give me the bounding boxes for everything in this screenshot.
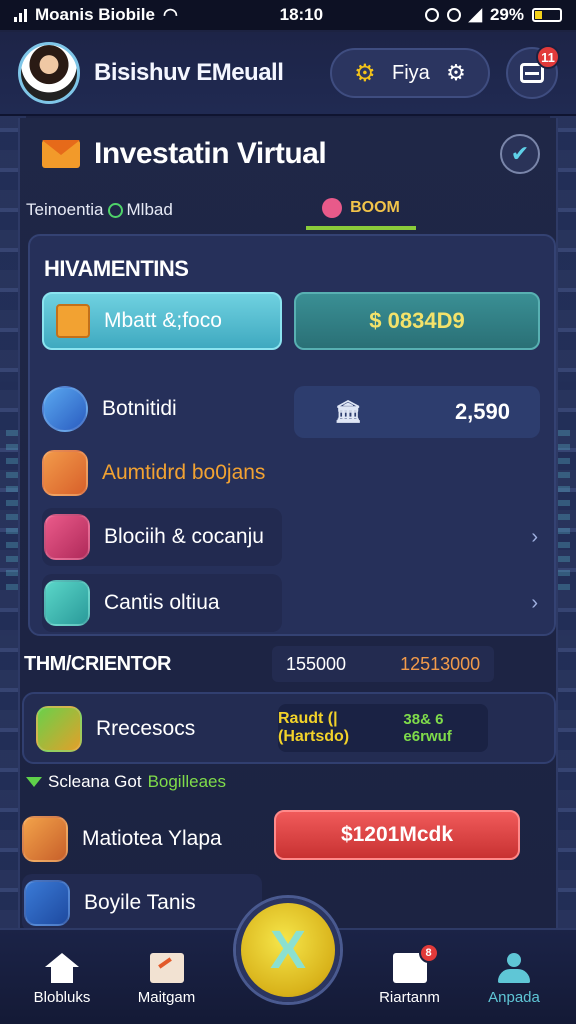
gold-gear-icon: ⚙ bbox=[354, 59, 376, 87]
nav-label: Anpada bbox=[488, 989, 540, 1006]
purchase-button[interactable]: $1201Mcdk bbox=[274, 810, 520, 860]
alarm-icon bbox=[424, 8, 439, 22]
panel-tabs: Teinoentia Mlbad BOOM bbox=[20, 190, 556, 230]
resources-value: Raudt (|(Hartsdo) 38& 6 e6rwuf bbox=[278, 704, 488, 752]
list-item[interactable]: Cantis oltiua bbox=[42, 574, 282, 632]
stats-row: THM/CRIENTOR 155000 12513000 bbox=[24, 646, 556, 682]
nav-item-mail[interactable]: Maitgam bbox=[119, 953, 215, 1006]
stat-value-b: 12513000 bbox=[400, 653, 481, 674]
home-icon bbox=[45, 953, 79, 983]
signal-icon bbox=[14, 8, 27, 22]
wifi-icon: ◠ bbox=[162, 5, 178, 24]
investments-section: HIVAMENTINS Mbatt &;foco $ 0834D9 Botnit… bbox=[28, 234, 556, 636]
blocks-icon bbox=[36, 706, 82, 752]
nav-item-home[interactable]: Blobluks bbox=[14, 953, 110, 1006]
cellular-icon: ◢ bbox=[468, 5, 482, 24]
bank-icon: 🏛 bbox=[334, 399, 362, 424]
bank-value: 2,590 bbox=[454, 399, 510, 424]
inbox-badge: 11 bbox=[536, 45, 560, 69]
photo-icon bbox=[42, 450, 88, 496]
list-item[interactable]: Aumtidrd bo0jans bbox=[42, 444, 265, 502]
list-item[interactable]: Botnitidi bbox=[42, 380, 177, 438]
stats-title: THM/CRIENTOR bbox=[24, 652, 171, 675]
spreadsheet-icon bbox=[44, 580, 90, 626]
investment-panel: Investatin Virtual ✔ Teinoentia Mlbad BO… bbox=[18, 118, 558, 932]
inbox-button[interactable]: 11 bbox=[506, 45, 560, 99]
list-item[interactable]: Blociih & cocanju bbox=[42, 508, 282, 566]
note-prefix: Scleana Got bbox=[48, 772, 142, 791]
envelope-icon bbox=[42, 140, 80, 168]
player-name: Bisishuv EMeuall bbox=[94, 59, 284, 86]
shop-badge: 8 bbox=[418, 943, 439, 963]
carrier-name: Moanis Biobile bbox=[35, 5, 155, 24]
list-item-label: Botnitidi bbox=[102, 397, 177, 420]
chevron-right-icon[interactable]: › bbox=[531, 526, 538, 549]
nav-label: Riartanm bbox=[379, 989, 440, 1006]
section-title: HIVAMENTINS bbox=[44, 256, 189, 281]
list-item-label: Cantis oltiua bbox=[104, 591, 220, 614]
list-item[interactable]: Boyile Tanis bbox=[22, 874, 262, 932]
note-line: Scleana Got Bogilleaes bbox=[26, 772, 226, 792]
primary-invest-label: Mbatt &;foco bbox=[104, 309, 222, 332]
status-bar: Moanis Biobile ◠ 18:10 ◢ 29% bbox=[0, 0, 576, 30]
mail-icon bbox=[149, 953, 184, 983]
location-icon bbox=[446, 8, 461, 22]
resources-label: Rrecesocs bbox=[96, 717, 196, 740]
note-highlight[interactable]: Bogilleaes bbox=[148, 772, 226, 792]
primary-value-display: $ 0834D9 bbox=[294, 292, 540, 350]
stat-value-a: 155000 bbox=[286, 653, 347, 674]
currency-label: Fiya bbox=[391, 61, 430, 84]
tab-overview-extra: Mlbad bbox=[126, 200, 173, 219]
resources-item: Rrecesocs bbox=[36, 700, 195, 758]
tab-overview[interactable]: Teinoentia Mlbad bbox=[26, 200, 306, 220]
bank-value-display: 🏛 2,590 bbox=[294, 386, 540, 438]
chevron-right-icon[interactable]: › bbox=[531, 592, 538, 615]
crate-icon bbox=[56, 304, 90, 338]
list-item-label: Matiotea Ylapa bbox=[82, 827, 222, 850]
clock: 18:10 bbox=[279, 5, 324, 24]
bottom-navigation: Blobluks Maitgam 8 Riartanm Anpada X bbox=[0, 898, 576, 1024]
resources-card[interactable]: Rrecesocs Raudt (|(Hartsdo) 38& 6 e6rwuf bbox=[22, 692, 556, 764]
nav-label: Maitgam bbox=[137, 989, 196, 1006]
cube-blue-icon bbox=[42, 386, 88, 432]
character-icon bbox=[44, 514, 90, 560]
flower-icon bbox=[322, 198, 343, 218]
green-circle-icon bbox=[107, 202, 123, 218]
tab-boom[interactable]: BOOM bbox=[306, 190, 416, 230]
treasure-icon bbox=[22, 816, 68, 862]
nav-item-profile[interactable]: Anpada bbox=[466, 953, 562, 1006]
tab-overview-label: Teinoentia bbox=[26, 200, 104, 219]
nav-label: Blobluks bbox=[33, 989, 91, 1006]
game-header: Bisishuv EMeuall ⚙ Fiya ⚙ 11 bbox=[0, 32, 576, 116]
battery-percent: 29% bbox=[489, 5, 524, 24]
stats-values: 155000 12513000 bbox=[272, 646, 495, 682]
battery-icon bbox=[532, 8, 562, 22]
shop-icon: 8 bbox=[392, 943, 439, 983]
confirm-check-button[interactable]: ✔ bbox=[500, 134, 540, 174]
triangle-down-icon bbox=[26, 777, 42, 787]
primary-invest-button[interactable]: Mbatt &;foco bbox=[42, 292, 282, 350]
resources-value-main: Raudt (|(Hartsdo) bbox=[278, 710, 350, 745]
currency-settings-button[interactable]: ⚙ Fiya ⚙ bbox=[330, 48, 490, 98]
nav-item-shop[interactable]: 8 Riartanm bbox=[362, 943, 458, 1006]
tab-boom-label: BOOM bbox=[350, 199, 400, 216]
resources-value-sub: 38& 6 e6rwuf bbox=[403, 711, 452, 745]
player-avatar[interactable] bbox=[18, 42, 80, 104]
person-icon bbox=[496, 953, 532, 983]
list-item-label: Boyile Tanis bbox=[84, 891, 196, 914]
center-close-button[interactable]: X bbox=[236, 898, 340, 1002]
notebook-icon bbox=[24, 880, 70, 926]
list-item-label: Blociih & cocanju bbox=[104, 525, 264, 548]
settings-icon[interactable]: ⚙ bbox=[446, 60, 466, 86]
list-item[interactable]: Matiotea Ylapa bbox=[22, 810, 222, 868]
panel-title: Investatin Virtual bbox=[94, 137, 327, 170]
list-item-label: Aumtidrd bo0jans bbox=[102, 461, 266, 484]
